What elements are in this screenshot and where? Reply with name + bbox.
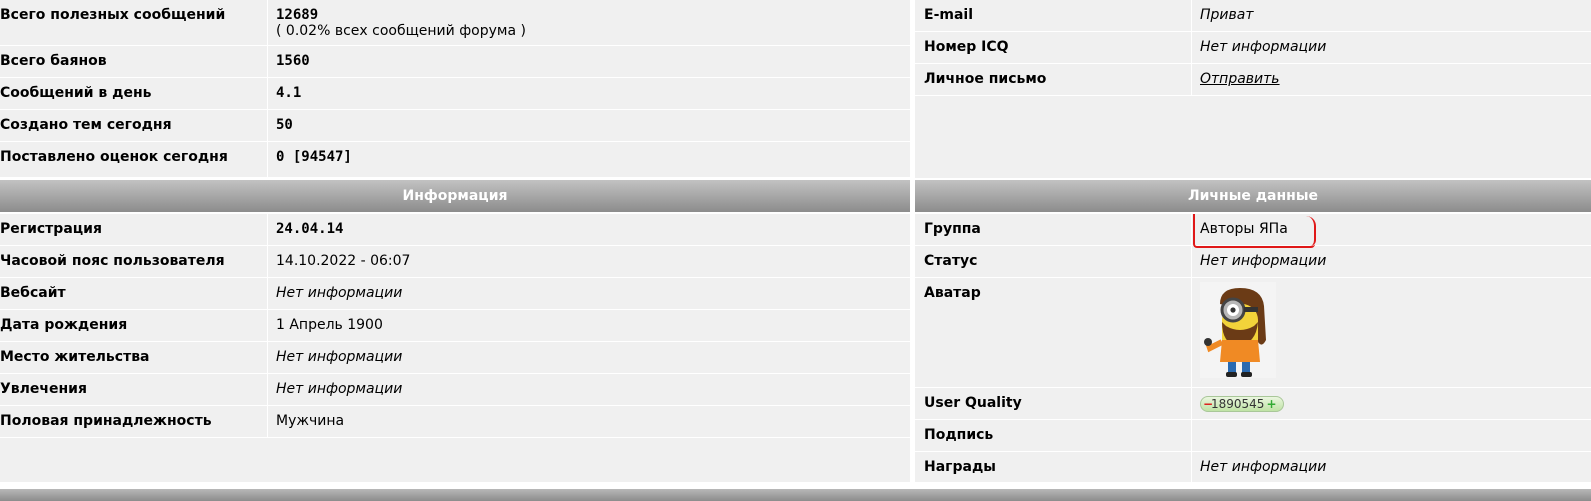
info-section-header: Информация	[0, 178, 910, 214]
personal-label: Группа	[924, 221, 981, 237]
info-value: Нет информации	[267, 278, 910, 309]
info-label: Дата рождения	[0, 317, 128, 333]
contact-row-icq: Номер ICQ Нет информации	[915, 32, 1591, 64]
personal-value: Авторы ЯПа	[1191, 214, 1591, 245]
personal-value: Нет информации	[1191, 452, 1591, 482]
stat-row-bayans: Всего баянов 1560	[0, 46, 910, 78]
stat-subvalue: ( 0.02% всех сообщений форума )	[276, 23, 526, 39]
stat-label: Всего полезных сообщений	[0, 7, 226, 23]
avatar-image	[1200, 282, 1276, 378]
personal-row-signature: Подпись	[915, 420, 1591, 452]
stat-value: 50	[267, 110, 910, 141]
stat-row-posts-per-day: Сообщений в день 4.1	[0, 78, 910, 110]
info-value: Нет информации	[267, 342, 910, 373]
contact-value: Приват	[1191, 0, 1591, 31]
stat-label: Поставлено оценок сегодня	[0, 149, 228, 165]
info-row-gender: Половая принадлежность Мужчина	[0, 406, 910, 438]
info-row-registration: Регистрация 24.04.14	[0, 214, 910, 246]
contact-value: Нет информации	[1191, 32, 1591, 63]
info-label: Вебсайт	[0, 285, 66, 301]
stat-value: 0 [94547]	[267, 142, 910, 177]
personal-label: Аватар	[924, 285, 981, 301]
personal-row-status: Статус Нет информации	[915, 246, 1591, 278]
send-message-link[interactable]: Отправить	[1200, 71, 1280, 87]
bottom-bar	[0, 489, 1591, 501]
contacts-spacer	[915, 96, 1591, 178]
personal-row-avatar: Аватар	[915, 278, 1591, 388]
right-panel: E-mail Приват Номер ICQ Нет информации Л…	[915, 0, 1591, 482]
stat-row-ratings-today: Поставлено оценок сегодня 0 [94547]	[0, 142, 910, 178]
contact-row-private-message: Личное письмо Отправить	[915, 64, 1591, 96]
info-value: 24.04.14	[267, 214, 910, 245]
info-row-hobbies: Увлечения Нет информации	[0, 374, 910, 406]
profile-page: Всего полезных сообщений 12689 ( 0.02% в…	[0, 0, 1591, 501]
user-quality-badge[interactable]: −1890545 +	[1200, 396, 1284, 412]
info-row-birthday: Дата рождения 1 Апрель 1900	[0, 310, 910, 342]
personal-label: User Quality	[924, 395, 1022, 411]
info-label: Половая принадлежность	[0, 413, 212, 429]
personal-value	[1191, 420, 1591, 451]
info-value: Нет информации	[267, 374, 910, 405]
stat-row-topics-today: Создано тем сегодня 50	[0, 110, 910, 142]
info-row-timezone: Часовой пояс пользователя 14.10.2022 - 0…	[0, 246, 910, 278]
info-label: Увлечения	[0, 381, 87, 397]
info-value: 14.10.2022 - 06:07	[267, 246, 910, 277]
left-panel: Всего полезных сообщений 12689 ( 0.02% в…	[0, 0, 910, 482]
stat-label: Создано тем сегодня	[0, 117, 172, 133]
stat-value: 12689	[276, 7, 319, 23]
personal-section-header: Личные данные	[915, 178, 1591, 214]
contact-label: Личное письмо	[924, 71, 1047, 87]
minus-icon[interactable]: −	[1203, 397, 1213, 411]
stat-value: 1560	[267, 46, 910, 77]
info-label: Место жительства	[0, 349, 150, 365]
info-value: Мужчина	[267, 406, 910, 437]
personal-row-group: Группа Авторы ЯПа	[915, 214, 1591, 246]
user-quality-value: 1890545	[1211, 397, 1265, 411]
personal-label: Подпись	[924, 427, 994, 443]
stat-label: Всего баянов	[0, 53, 107, 69]
contact-label: Номер ICQ	[924, 39, 1009, 55]
stat-value: 4.1	[267, 78, 910, 109]
info-label: Регистрация	[0, 221, 102, 237]
contact-row-email: E-mail Приват	[915, 0, 1591, 32]
contact-label: E-mail	[924, 7, 974, 23]
personal-row-awards: Награды Нет информации	[915, 452, 1591, 482]
info-label: Часовой пояс пользователя	[0, 253, 225, 269]
info-row-location: Место жительства Нет информации	[0, 342, 910, 374]
plus-icon[interactable]: +	[1266, 397, 1276, 411]
personal-value: Нет информации	[1191, 246, 1591, 277]
stat-label: Сообщений в день	[0, 85, 152, 101]
personal-label: Статус	[924, 253, 978, 269]
personal-row-user-quality: User Quality −1890545 +	[915, 388, 1591, 420]
personal-label: Награды	[924, 459, 996, 475]
info-row-website: Вебсайт Нет информации	[0, 278, 910, 310]
info-value: 1 Апрель 1900	[267, 310, 910, 341]
stat-row-useful-posts: Всего полезных сообщений 12689 ( 0.02% в…	[0, 0, 910, 46]
